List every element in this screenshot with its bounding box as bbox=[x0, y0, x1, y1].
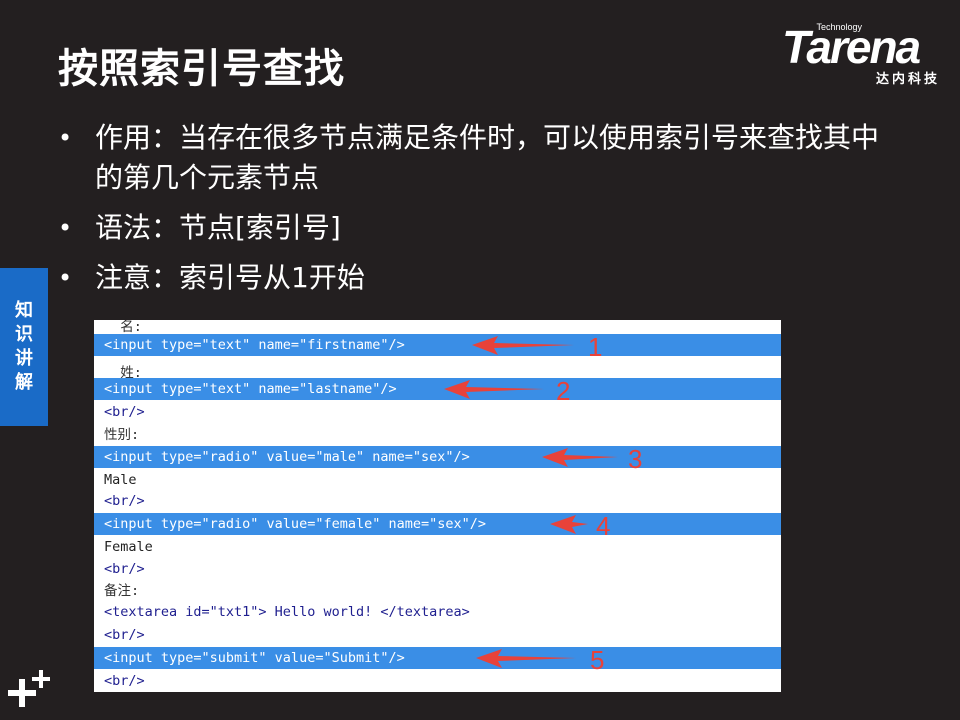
slide-title: 按照索引号查找 bbox=[58, 46, 345, 92]
side-tab-char: 知 bbox=[15, 300, 33, 321]
logo-chinese: 达内科技 bbox=[875, 72, 940, 87]
red-arrow-icon bbox=[550, 515, 588, 534]
plus-decoration-icon bbox=[8, 670, 50, 707]
bullet-item: • 作用：当存在很多节点满足条件时，可以使用索引号来查找其中的第几个元素节点 bbox=[58, 118, 898, 198]
side-tab-char: 识 bbox=[15, 324, 33, 345]
bullet-list: • 作用：当存在很多节点满足条件时，可以使用索引号来查找其中的第几个元素节点 • 语… bbox=[58, 118, 898, 308]
code-screenshot: 名: <input type="text" name="firstname"/> 1… bbox=[94, 320, 781, 692]
red-arrow-icon bbox=[444, 380, 544, 399]
red-arrow-icon bbox=[542, 448, 618, 467]
bullet-dot-icon: • bbox=[58, 214, 73, 242]
red-arrow-icon bbox=[472, 336, 574, 355]
red-arrow-icon bbox=[476, 649, 576, 668]
side-tab-knowledge: 知 识 讲 解 bbox=[0, 268, 48, 426]
bullet-item: • 注意：索引号从1开始 bbox=[58, 258, 898, 298]
tarena-logo: Technology Tarena 达内科技 bbox=[782, 21, 944, 87]
bullet-text: 注意：索引号从1开始 bbox=[95, 261, 365, 294]
bullet-text: 作用：当存在很多节点满足条件时，可以使用索引号来查找其中的第几个元素节点 bbox=[95, 121, 880, 194]
logo-word: Tarena bbox=[782, 21, 921, 73]
bullet-dot-icon: • bbox=[58, 264, 73, 292]
side-tab-char: 解 bbox=[15, 372, 33, 393]
bullet-item: • 语法：节点[索引号] bbox=[58, 208, 898, 248]
arrow-annotations bbox=[444, 336, 618, 668]
bullet-text: 语法：节点[索引号] bbox=[95, 211, 341, 244]
side-tab-char: 讲 bbox=[15, 348, 33, 369]
bullet-dot-icon: • bbox=[58, 124, 73, 152]
